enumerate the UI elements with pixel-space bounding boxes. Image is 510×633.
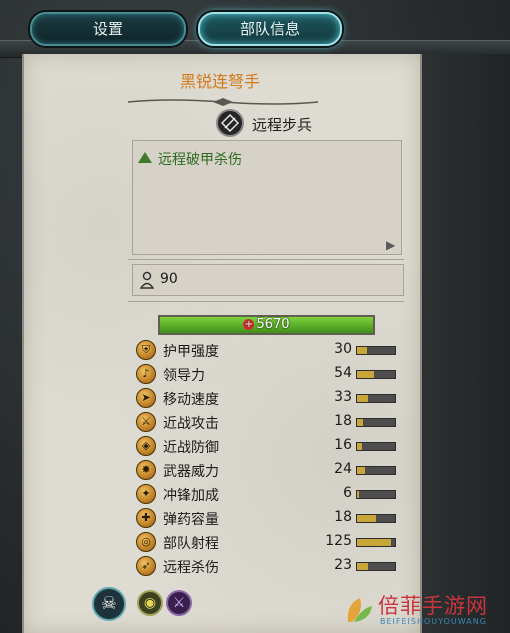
sword-icon: ⚔ [136,412,156,432]
tab-unit-info[interactable]: 部队信息 [198,12,342,46]
stat-label: 移动速度 [163,392,219,408]
watermark-subtitle: BEIFEISHOUYOUWANG [380,617,487,626]
stat-label: 冲锋加成 [163,488,219,504]
claw-icon[interactable]: ⚔ [166,590,192,616]
skull-icon[interactable]: ☠ [92,587,126,621]
range-target-icon: ◎ [136,532,156,552]
stat-label: 武器威力 [163,464,219,480]
stat-row[interactable]: ➤ 移动速度 33 [136,388,402,410]
health-plus-icon: + [243,319,255,330]
stat-row[interactable]: ♪ 领导力 54 [136,364,402,386]
health-bar: +5670 [158,315,375,335]
stat-value: 54 [334,365,352,381]
stat-row[interactable]: ⛨ 护甲强度 30 [136,340,402,362]
separator-line [128,259,404,260]
stat-bar [356,514,396,523]
shield-icon: ◈ [136,436,156,456]
ranged-damage-icon: ➶ [136,556,156,576]
stat-bar-fill [357,539,392,546]
stat-label: 近战攻击 [163,416,219,432]
stat-bar-fill [357,491,359,498]
arrow-target-icon[interactable] [216,109,244,137]
stat-value: 6 [343,485,352,501]
health-value: 5670 [256,317,290,332]
armor-icon: ⛨ [136,340,156,360]
stat-bar-fill [357,347,367,354]
stat-value: 30 [334,341,352,357]
stat-label: 弹药容量 [163,512,219,528]
stat-value: 16 [334,437,352,453]
ability-label[interactable]: 远程破甲杀伤 [158,149,242,169]
stat-row[interactable]: ⚔ 近战攻击 18 [136,412,402,434]
speed-icon: ➤ [136,388,156,408]
stat-row[interactable]: ◈ 近战防御 16 [136,436,402,458]
stat-value: 18 [334,509,352,525]
stat-bar [356,370,396,379]
horn-icon: ♪ [136,364,156,384]
stat-label: 领导力 [163,368,205,384]
soldier-icon [140,271,154,289]
watermark-logo-icon [347,598,372,622]
stat-bar-fill [357,419,363,426]
stat-bar [356,466,396,475]
stat-value: 33 [334,389,352,405]
burst-icon: ✸ [136,460,156,480]
stat-row[interactable]: ✚ 弹药容量 18 [136,508,402,530]
stat-value: 125 [325,533,352,549]
ability-up-arrow-icon [138,152,152,163]
stat-value: 24 [334,461,352,477]
stat-bar-fill [357,563,369,570]
stat-bar-fill [357,395,369,402]
stat-label: 远程杀伤 [163,560,219,576]
stat-row[interactable]: ◎ 部队射程 125 [136,532,402,554]
stat-bar [356,346,396,355]
stat-bar [356,538,396,547]
expand-arrow-icon[interactable]: ▶ [386,238,395,252]
separator-line [128,301,404,302]
right-side-background [420,54,510,633]
men-count: 90 [160,271,178,287]
watermark: 倍菲手游网 BEIFEISHOUYOUWANG [330,590,508,632]
stat-bar [356,490,396,499]
charge-icon: ✦ [136,484,156,504]
stat-row[interactable]: ➶ 远程杀伤 23 [136,556,402,578]
unit-name: 黑锐连弩手 [179,72,260,91]
tab-settings[interactable]: 设置 [30,12,186,46]
stat-bar [356,394,396,403]
stat-row[interactable]: ✸ 武器威力 24 [136,460,402,482]
eye-icon[interactable]: ◉ [137,590,163,616]
stat-bar [356,442,396,451]
stat-bar-fill [357,515,376,522]
stat-value: 18 [334,413,352,429]
watermark-title: 倍菲手游网 [378,594,488,618]
stat-label: 近战防御 [163,440,219,456]
unit-class-label: 远程步兵 [252,116,313,134]
stat-row[interactable]: ✦ 冲锋加成 6 [136,484,402,506]
stat-bar-fill [357,371,375,378]
stat-bar-fill [357,443,363,450]
ornament-divider [128,98,318,106]
ammo-icon: ✚ [136,508,156,528]
stat-bar-fill [357,467,366,474]
health-text: +5670 [160,317,373,333]
stat-bar [356,418,396,427]
stat-label: 护甲强度 [163,344,219,360]
stat-label: 部队射程 [163,536,219,552]
stat-value: 23 [334,557,352,573]
stat-bar [356,562,396,571]
